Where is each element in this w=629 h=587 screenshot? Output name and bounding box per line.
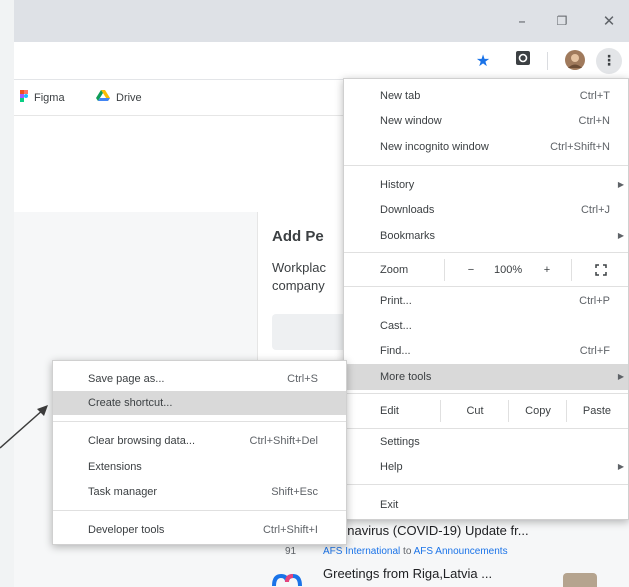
menu-item-label: More tools (380, 371, 432, 383)
menu-item-label: Developer tools (88, 524, 165, 536)
menu-item-shortcut: Ctrl+T (579, 90, 610, 102)
copy-button[interactable]: Copy (510, 396, 566, 426)
submenu-item-clear-browsing[interactable]: Clear browsing data... Ctrl+Shift+Del (53, 429, 346, 453)
menu-separator (344, 252, 628, 253)
menu-item-label: New window (380, 115, 442, 127)
menu-item-print[interactable]: Print... Ctrl+P (344, 289, 628, 313)
edit-divider (508, 400, 509, 422)
chevron-right-icon: ▶ (617, 180, 624, 189)
menu-item-downloads[interactable]: Downloads Ctrl+J (344, 198, 628, 222)
zoom-label: Zoom (380, 264, 409, 276)
zoom-divider (444, 259, 445, 281)
edit-divider (566, 400, 567, 422)
menu-item-label: History (380, 179, 415, 191)
menu-item-shortcut: Ctrl+P (579, 295, 610, 307)
edit-divider (440, 400, 441, 422)
menu-item-label: Help (380, 461, 403, 473)
menu-separator (344, 165, 628, 166)
chevron-right-icon: ▶ (617, 462, 624, 471)
cut-button[interactable]: Cut (442, 396, 508, 426)
menu-item-label: Exit (380, 499, 399, 511)
zoom-level: 100% (494, 264, 523, 276)
submenu-item-developer-tools[interactable]: Developer tools Ctrl+Shift+I (53, 518, 346, 542)
menu-item-label: Extensions (88, 461, 142, 473)
menu-separator (344, 393, 628, 394)
chevron-right-icon: ▶ (617, 372, 624, 381)
paste-button[interactable]: Paste (568, 396, 626, 426)
menu-item-history[interactable]: History ▶ (344, 173, 628, 197)
menu-item-shortcut: Ctrl+Shift+I (262, 524, 318, 536)
menu-item-shortcut: Ctrl+F (579, 345, 610, 357)
menu-separator (344, 286, 628, 287)
menu-item-label: Bookmarks (380, 230, 436, 242)
zoom-out-button[interactable]: − (458, 255, 484, 285)
menu-item-settings[interactable]: Settings (344, 430, 628, 454)
menu-item-label: New incognito window (380, 141, 489, 153)
menu-item-label: Find... (380, 345, 411, 357)
menu-zoom-row: Zoom − 100% + (344, 255, 628, 285)
chevron-right-icon: ▶ (617, 231, 624, 240)
menu-item-shortcut: Ctrl+J (580, 204, 610, 216)
submenu-item-task-manager[interactable]: Task manager Shift+Esc (53, 480, 346, 504)
more-tools-submenu: Save page as... Ctrl+S Create shortcut..… (52, 360, 347, 545)
menu-item-shortcut: Ctrl+N (578, 115, 610, 127)
menu-item-bookmarks[interactable]: Bookmarks ▶ (344, 224, 628, 248)
zoom-divider (571, 259, 572, 281)
menu-item-exit[interactable]: Exit (344, 493, 628, 517)
menu-item-label: Downloads (380, 204, 435, 216)
menu-edit-row: Edit Cut Copy Paste (344, 396, 628, 426)
menu-separator (53, 421, 346, 422)
menu-item-label: Print... (380, 295, 412, 307)
menu-separator (344, 484, 628, 485)
submenu-item-save-page[interactable]: Save page as... Ctrl+S (53, 367, 346, 391)
menu-item-more-tools[interactable]: More tools ▶ (344, 364, 628, 390)
zoom-in-button[interactable]: + (534, 255, 560, 285)
menu-item-shortcut: Shift+Esc (271, 486, 318, 498)
menu-item-label: New tab (380, 90, 421, 102)
menu-item-help[interactable]: Help ▶ (344, 455, 628, 479)
edit-label: Edit (380, 405, 399, 417)
submenu-item-extensions[interactable]: Extensions (53, 455, 346, 479)
menu-separator (53, 510, 346, 511)
fullscreen-icon[interactable] (591, 255, 611, 285)
menu-item-shortcut: Ctrl+Shift+N (550, 141, 610, 153)
menu-item-new-incognito[interactable]: New incognito window Ctrl+Shift+N (344, 135, 628, 159)
menu-item-find[interactable]: Find... Ctrl+F (344, 339, 628, 363)
menu-item-label: Settings (380, 436, 420, 448)
menu-item-label: Task manager (88, 486, 158, 498)
submenu-item-create-shortcut[interactable]: Create shortcut... (53, 391, 346, 415)
menu-item-new-window[interactable]: New window Ctrl+N (344, 109, 628, 133)
menu-item-label: Save page as... (88, 373, 165, 385)
menu-item-label: Cast... (380, 320, 412, 332)
chrome-menu: New tab Ctrl+T New window Ctrl+N New inc… (343, 78, 629, 520)
menu-item-shortcut: Ctrl+Shift+Del (249, 435, 318, 447)
menu-item-new-tab[interactable]: New tab Ctrl+T (344, 84, 628, 108)
menu-item-shortcut: Ctrl+S (287, 373, 318, 385)
menu-item-label: Create shortcut... (88, 397, 173, 409)
menu-separator (344, 428, 628, 429)
menu-item-label: Clear browsing data... (88, 435, 195, 447)
menu-item-cast[interactable]: Cast... (344, 314, 628, 338)
